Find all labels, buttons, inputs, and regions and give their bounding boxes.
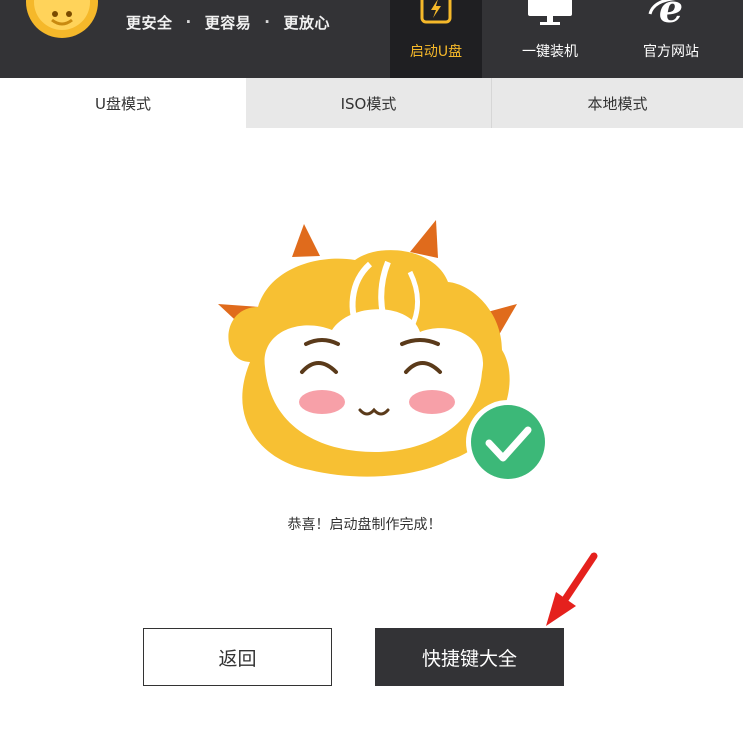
slogan-item: 更放心 [283,13,330,32]
slogan: 更安全 · 更容易 · 更放心 [126,12,330,32]
slogan-item: 更安全 [126,13,173,32]
slogan-item: 更容易 [204,13,252,32]
nav-label: 启动U盘 [409,44,463,60]
red-arrow-icon [546,552,598,626]
success-message: 恭喜！启动盘制作完成！ [287,517,442,533]
back-button[interactable]: 返回 [143,628,332,686]
horn-shape [410,220,438,258]
tab-iso-mode[interactable]: ISO模式 [246,78,492,128]
tab-usb-mode[interactable]: U盘模式 [0,78,246,128]
shortcut-keys-button[interactable]: 快捷键大全 [375,628,564,686]
blush [299,390,345,414]
mode-tabs: U盘模式 ISO模式 本地模式 [0,78,743,128]
check-circle-icon [466,400,550,484]
logo-icon [26,0,98,38]
smiling-mascot-icon [218,220,550,484]
ie-browser-icon: e [648,0,683,30]
nav-label: 一键装机 [522,44,578,60]
slogan-separator: · [185,13,192,31]
slogan-separator: · [264,13,271,31]
lightning-usb-icon [420,0,452,24]
horn-shape [292,224,320,257]
monitor-icon [528,0,572,25]
nav-label: 官方网站 [643,44,699,60]
nav-item-one-click-install[interactable]: 一键装机 [504,0,596,78]
svg-text:e: e [659,0,683,30]
blush [409,390,455,414]
nav-item-boot-usb[interactable]: 启动U盘 [390,0,482,78]
tab-local-mode[interactable]: 本地模式 [492,78,743,128]
top-header: 更安全 · 更容易 · 更放心 启动U盘 一键装机 e 官方网站 [0,0,743,78]
nav-item-official-site[interactable]: e 官方网站 [619,0,723,78]
